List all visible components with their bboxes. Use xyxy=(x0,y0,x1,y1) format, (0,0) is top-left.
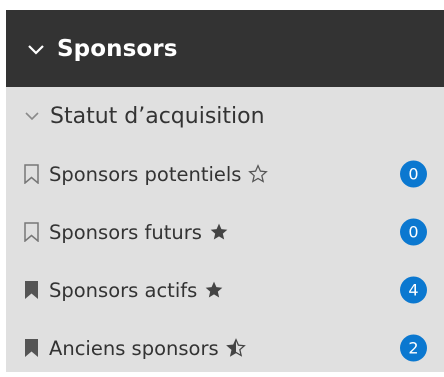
count-badge: 0 xyxy=(400,160,427,188)
count-badge: 0 xyxy=(400,218,427,246)
star-outline-icon[interactable] xyxy=(248,164,269,184)
item-label: Anciens sponsors xyxy=(49,336,219,360)
star-filled-icon[interactable] xyxy=(209,222,229,242)
count-badge: 2 xyxy=(400,334,427,362)
chevron-down-icon xyxy=(25,112,39,121)
sponsors-header[interactable]: Sponsors xyxy=(6,10,444,87)
section-label: Statut d’acquisition xyxy=(50,103,265,129)
item-label: Sponsors potentiels xyxy=(49,162,242,186)
list-item-future-sponsors[interactable]: Sponsors futurs 0 xyxy=(6,203,444,261)
item-label: Sponsors actifs xyxy=(49,278,198,302)
count-badge: 4 xyxy=(400,276,427,304)
panel-title: Sponsors xyxy=(57,35,178,62)
star-filled-icon[interactable] xyxy=(204,280,224,300)
list-item-potential-sponsors[interactable]: Sponsors potentiels 0 xyxy=(6,145,444,203)
star-half-icon[interactable] xyxy=(225,338,246,358)
bookmark-filled-icon xyxy=(25,281,38,299)
section-acquisition-status[interactable]: Statut d’acquisition xyxy=(6,87,444,145)
sponsors-panel: Sponsors Statut d’acquisition Sponsors p… xyxy=(6,10,444,372)
bookmark-outline-icon xyxy=(24,164,39,184)
list-item-former-sponsors[interactable]: Anciens sponsors 2 xyxy=(6,319,444,377)
list-item-active-sponsors[interactable]: Sponsors actifs 4 xyxy=(6,261,444,319)
bookmark-filled-icon xyxy=(25,339,38,357)
chevron-down-icon xyxy=(28,44,44,55)
bookmark-outline-icon xyxy=(24,222,39,242)
item-label: Sponsors futurs xyxy=(49,220,202,244)
